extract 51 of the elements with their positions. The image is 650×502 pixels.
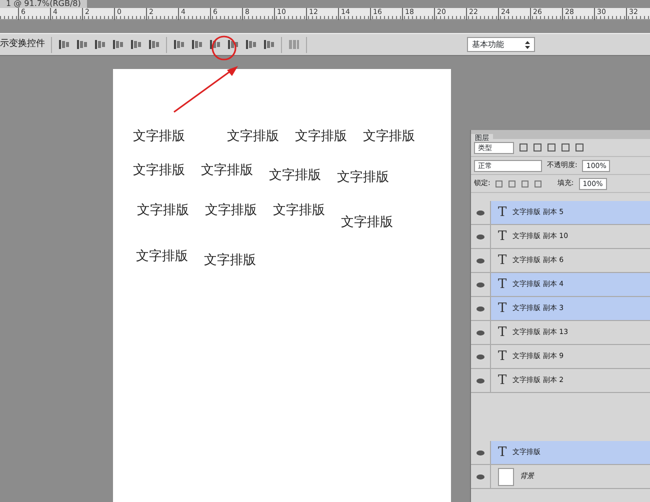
align-icon[interactable] [94,39,106,50]
align-icon[interactable] [148,39,160,50]
align-icon[interactable] [130,39,142,50]
type-layer-icon: T [498,346,507,366]
distribute-icon[interactable] [209,39,221,50]
canvas-text: 文字排版 [363,128,415,146]
canvas-text: 文字排版 [295,128,347,146]
updown-arrows-icon [525,40,530,48]
eye-icon[interactable] [476,282,485,288]
canvas-text: 文字排版 [273,202,325,220]
eye-icon[interactable] [476,354,485,360]
type-layer-icon: T [498,298,507,318]
distribute-icon[interactable] [191,39,203,50]
eye-icon[interactable] [476,330,485,336]
layer-thumbnail [498,468,514,486]
eye-icon[interactable] [476,258,485,264]
type-layer-icon: T [498,250,507,270]
canvas-text: 文字排版 [227,128,279,146]
align-icon[interactable] [76,39,88,50]
align-icon[interactable] [112,39,124,50]
eye-icon[interactable] [476,378,485,384]
canvas-text: 文字排版 [136,248,188,266]
align-icon[interactable] [58,39,70,50]
document-tab[interactable]: 1 @ 91.7%(RGB/8) [0,0,87,8]
workspace-dropdown[interactable]: 基本功能 [467,37,535,52]
option-label: 示变换控件 [0,38,45,51]
type-layer-icon: T [498,442,507,462]
canvas-text: 文字排版 [341,214,393,232]
canvas-text: 文字排版 [137,202,189,220]
type-layer-icon: T [498,226,507,246]
type-layer-icon: T [498,274,507,294]
canvas-text: 文字排版 [133,128,185,146]
canvas-text: 文字排版 [133,162,185,180]
eye-icon[interactable] [476,450,485,456]
eye-icon[interactable] [476,234,485,240]
type-layer-icon: T [498,322,507,342]
eye-icon[interactable] [476,306,485,312]
canvas-text: 文字排版 [337,168,389,186]
type-layer-icon: T [498,370,507,390]
canvas-text: 文字排版 [205,202,257,220]
highlight-circle [211,35,237,61]
canvas-text: 文字排版 [204,252,256,270]
canvas-text: 文字排版 [269,166,321,184]
canvas-text: 文字排版 [201,162,253,180]
distribute-icon[interactable] [263,39,275,50]
distribute-icon[interactable] [245,39,257,50]
eye-icon[interactable] [476,474,485,480]
distribute-icon[interactable] [227,39,239,50]
eye-icon[interactable] [476,210,485,216]
distribute-icon[interactable] [173,39,185,50]
type-layer-icon: T [498,202,507,222]
